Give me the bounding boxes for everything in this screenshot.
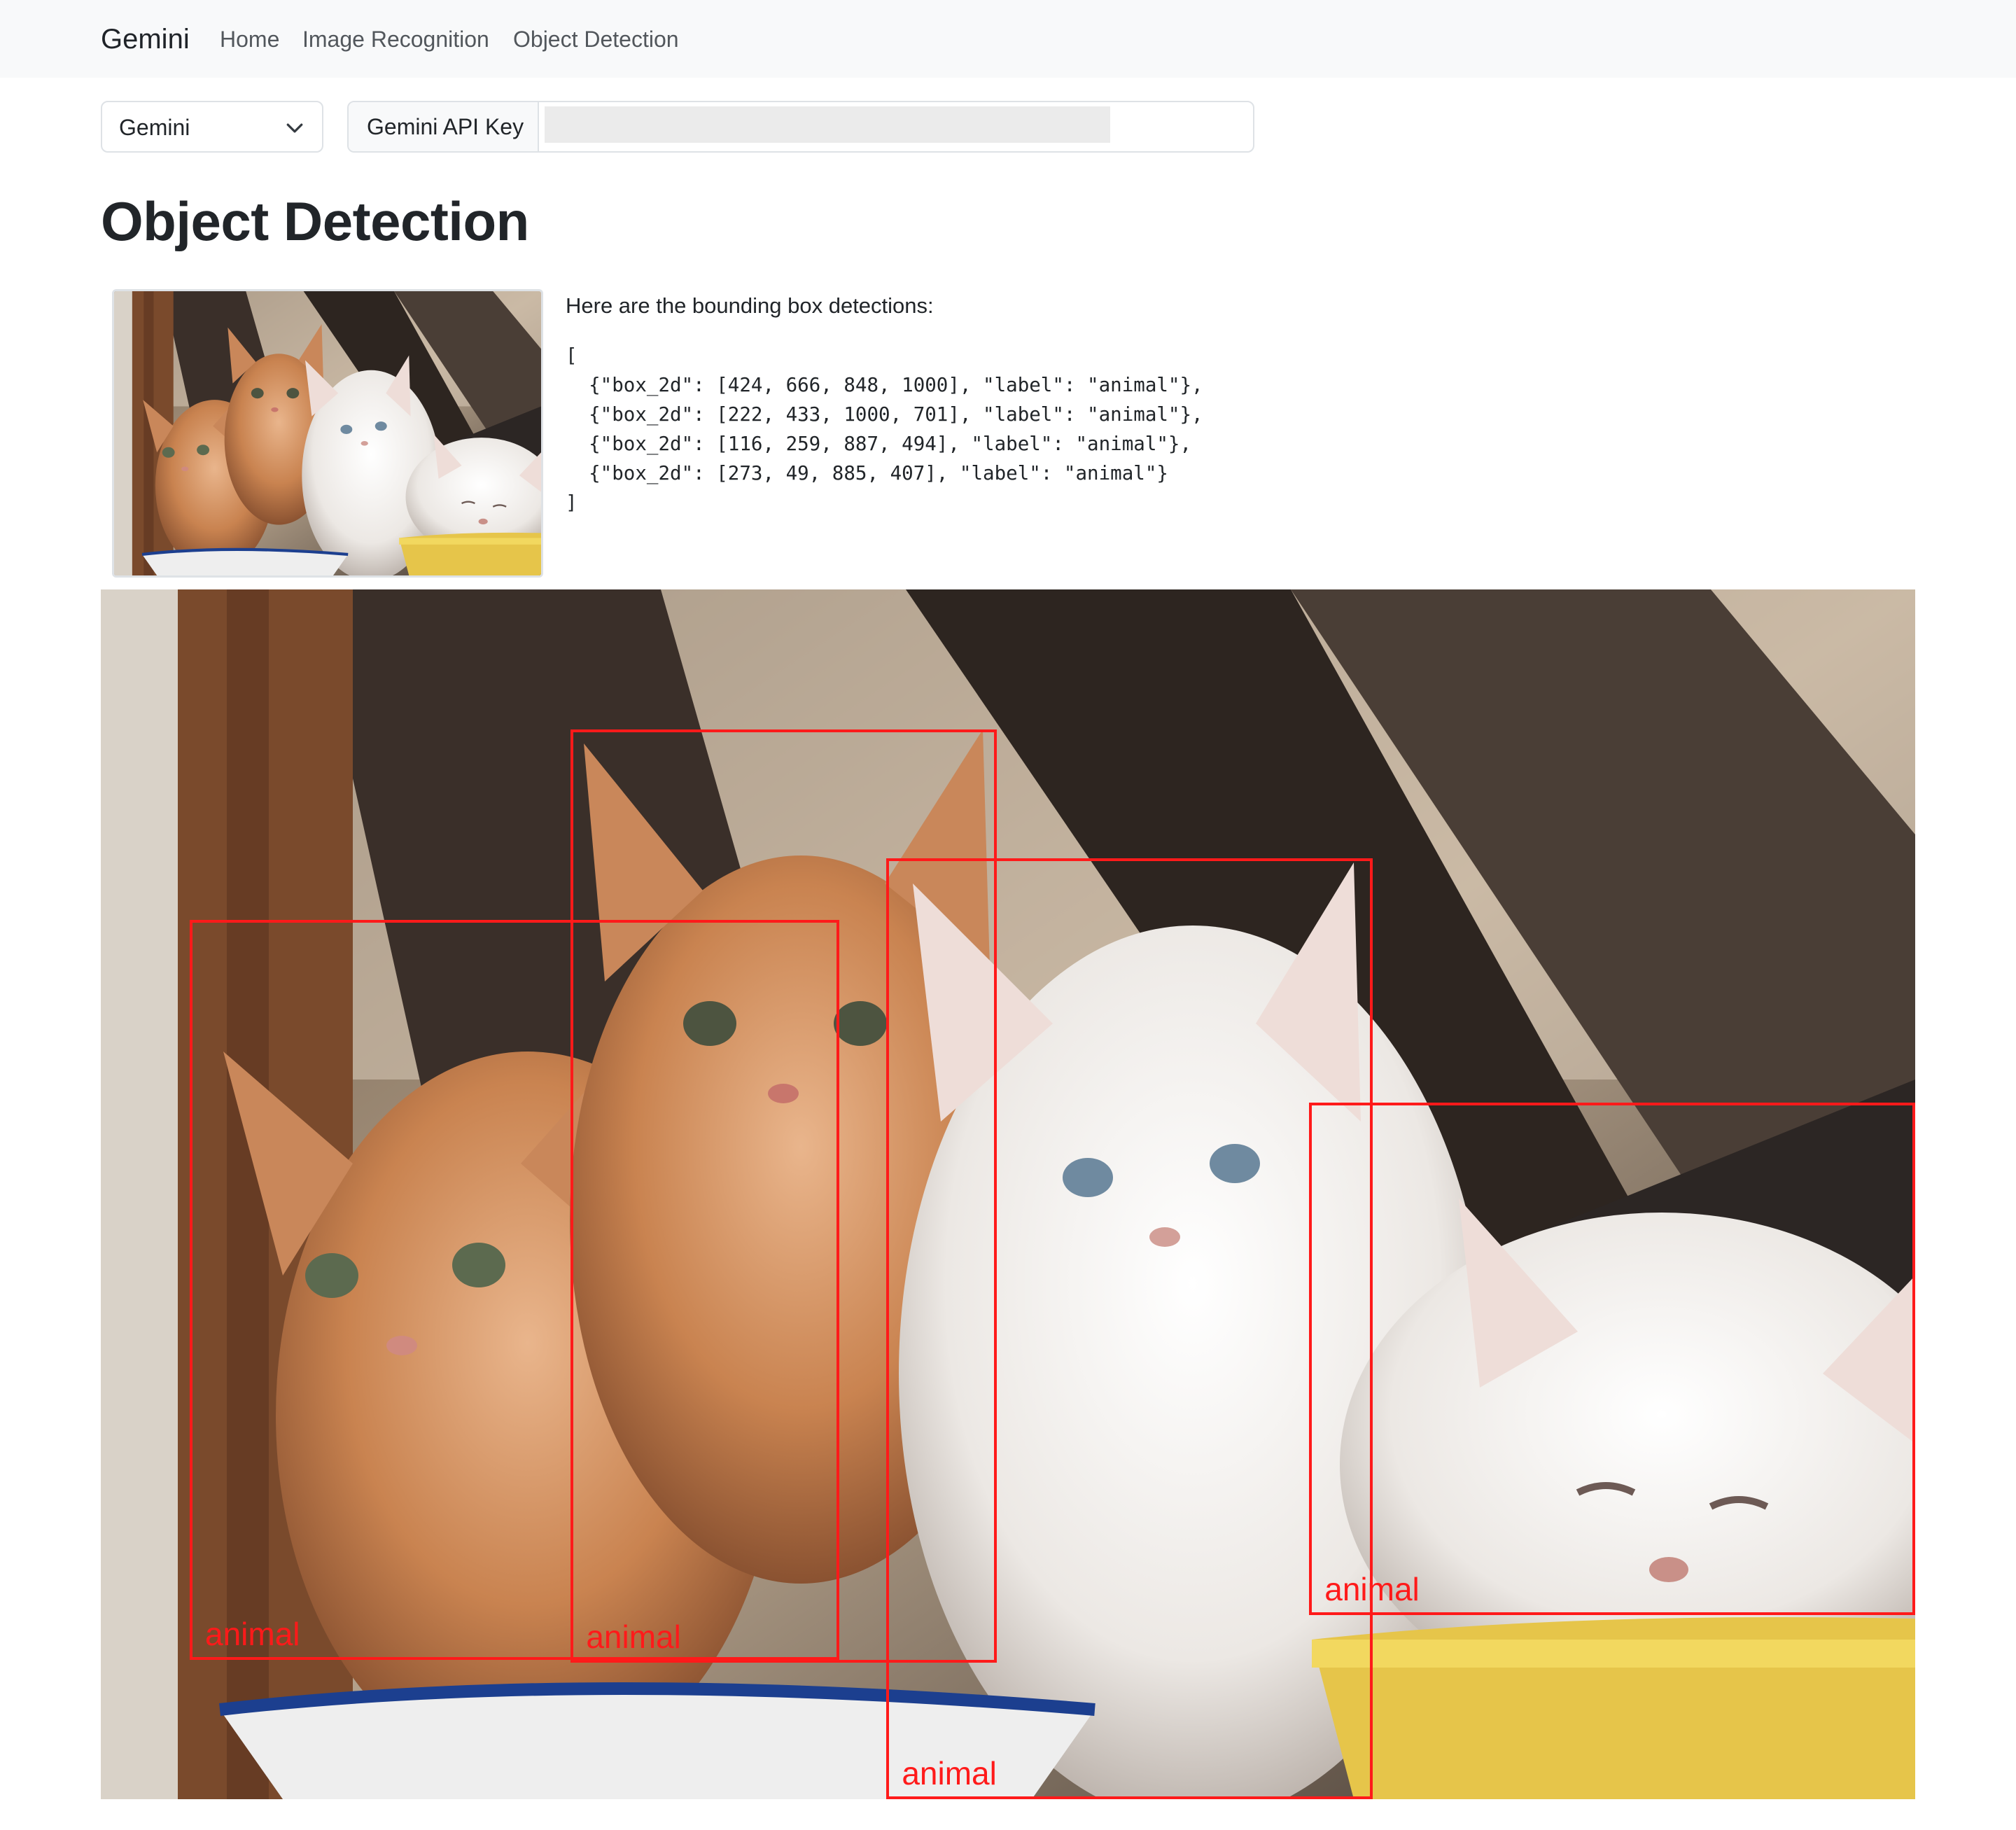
nav-link-home[interactable]: Home [220,24,279,55]
navbar-brand[interactable]: Gemini [101,21,190,57]
api-key-input-group: Gemini API Key [347,101,1254,153]
bounding-box-4 [190,919,839,1661]
navbar: Gemini Home Image Recognition Object Det… [0,0,2016,78]
nav-link-object-detection[interactable]: Object Detection [513,24,679,55]
result-json: [ {"box_2d": [424, 666, 848, 1000], "lab… [566,344,1203,514]
bounding-box-label-4: animal [205,1616,300,1653]
api-key-redaction [545,106,1110,143]
chevron-down-icon [286,123,303,133]
model-select[interactable]: Gemini [101,101,323,153]
api-key-addon: Gemini API Key [349,102,539,151]
model-select-value: Gemini [119,115,190,140]
bounding-box-1 [1309,1102,1915,1616]
bounding-box-label-2: animal [902,1755,997,1791]
uploaded-image-thumbnail[interactable] [112,289,543,578]
page-title: Object Detection [101,190,529,252]
result-intro: Here are the bounding box detections: [566,293,934,318]
nav-link-image-recognition[interactable]: Image Recognition [302,24,489,55]
api-key-label: Gemini API Key [367,114,524,139]
annotated-image: animal animal animal animal [101,589,1915,1799]
